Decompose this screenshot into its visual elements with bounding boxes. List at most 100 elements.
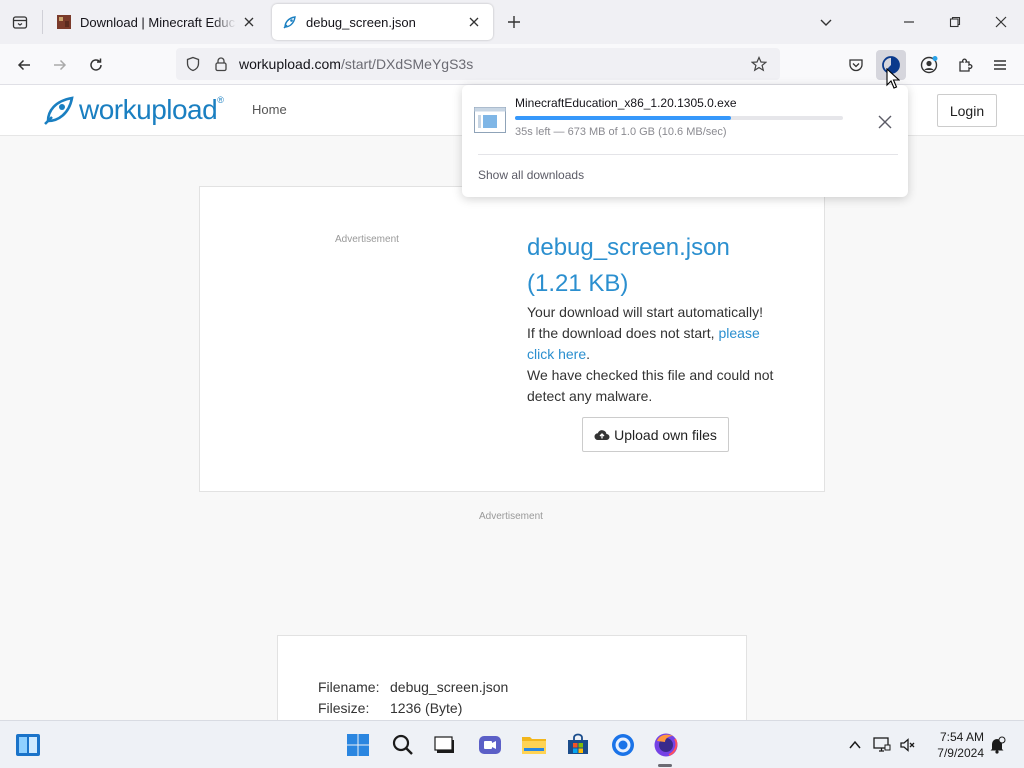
restore-button[interactable]: [941, 8, 969, 36]
tracking-protection-shield-icon[interactable]: [184, 55, 202, 73]
tab-minecraft-download[interactable]: Download | Minecraft Educatio: [46, 4, 268, 40]
windows-start-icon: [347, 734, 369, 756]
tab-strip: Download | Minecraft Educatio debug_scre…: [0, 0, 1024, 44]
arrow-left-icon: [17, 59, 30, 71]
download-card: Advertisement debug_screen.json (1.21 KB…: [199, 186, 825, 492]
hamburger-menu-icon: [994, 60, 1006, 70]
back-button[interactable]: [9, 50, 39, 80]
puzzle-icon: [959, 58, 973, 72]
forward-button[interactable]: [45, 50, 75, 80]
task-view-button[interactable]: [430, 730, 460, 760]
file-heading: debug_screen.json (1.21 KB): [527, 230, 807, 302]
filename-value: debug_screen.json: [390, 679, 509, 695]
url-domain: workupload.com: [239, 56, 341, 72]
login-button[interactable]: Login: [937, 94, 997, 127]
network-monitor-icon: [873, 737, 891, 752]
video-chat-icon: [479, 736, 501, 754]
upload-own-files-button[interactable]: Upload own files: [582, 417, 729, 452]
plus-icon: [508, 16, 520, 28]
tab-overflow-button[interactable]: [812, 8, 840, 36]
lock-icon[interactable]: [212, 55, 230, 73]
meet-chat-button[interactable]: [475, 730, 505, 760]
show-all-downloads-link[interactable]: Show all downloads: [478, 168, 584, 182]
bookmark-star-icon[interactable]: [750, 55, 768, 73]
new-tab-button[interactable]: [502, 10, 526, 34]
filesize-value: 1236 (Byte): [390, 700, 463, 716]
download-progress-fill: [515, 116, 732, 120]
minimize-button[interactable]: [895, 8, 923, 36]
account-icon: [920, 56, 938, 74]
file-explorer-button[interactable]: [519, 730, 549, 760]
exe-file-icon: [474, 107, 506, 133]
advertisement-label: Advertisement: [335, 234, 399, 245]
start-button[interactable]: [343, 730, 373, 760]
widgets-button[interactable]: [13, 730, 43, 760]
file-name: debug_screen.json: [527, 234, 730, 261]
upload-label: Upload own files: [614, 426, 717, 443]
logo-wordmark: workupload: [79, 94, 218, 125]
reload-icon: [90, 58, 102, 71]
tab-list-icon: [12, 16, 28, 29]
close-icon: [878, 115, 892, 129]
rocket-favicon-icon: [282, 14, 298, 30]
firefox-button[interactable]: [651, 730, 681, 760]
system-clock[interactable]: 7:54 AM 7/9/2024: [926, 729, 984, 761]
minecraft-favicon-icon: [56, 14, 72, 30]
clock-time: 7:54 AM: [939, 730, 984, 744]
menu-button[interactable]: [985, 50, 1015, 80]
close-icon: [995, 16, 1007, 28]
firefox-icon: [654, 733, 678, 757]
reload-button[interactable]: [81, 50, 111, 80]
url-path: /start/DXdSMeYgS3s: [340, 56, 474, 72]
close-window-button[interactable]: [987, 8, 1015, 36]
minimize-icon: [904, 21, 914, 23]
search-icon: [392, 734, 413, 755]
task-view-icon: [434, 736, 454, 753]
mouse-cursor-icon: [886, 68, 900, 89]
browser-icon: [612, 734, 634, 756]
download-item[interactable]: MinecraftEducation_x86_1.20.1305.0.exe 3…: [470, 91, 900, 147]
pocket-button[interactable]: [841, 50, 871, 80]
url-text[interactable]: workupload.com/start/DXdSMeYgS3s: [239, 56, 473, 72]
cloud-upload-icon: [594, 429, 610, 440]
speaker-muted-icon: [900, 738, 915, 752]
download-progress-bar: [515, 116, 843, 120]
network-tray-icon[interactable]: [872, 735, 892, 755]
notifications-button[interactable]: [987, 735, 1007, 755]
show-hidden-icons-button[interactable]: [845, 735, 865, 755]
volume-tray-icon[interactable]: [898, 735, 918, 755]
tab-debug-screen[interactable]: debug_screen.json: [272, 4, 493, 40]
list-all-tabs-button[interactable]: [6, 8, 34, 36]
tab-title: Download | Minecraft Educatio: [80, 14, 236, 30]
notification-bell-icon: [990, 736, 1006, 754]
close-tab-icon[interactable]: [240, 13, 258, 31]
arrow-right-icon: [54, 59, 67, 71]
widgets-icon: [16, 734, 40, 756]
malware-check-text: We have checked this file and could not …: [527, 367, 774, 404]
workupload-logo[interactable]: workupload ®: [42, 93, 224, 127]
active-app-indicator: [658, 764, 672, 767]
rocket-logo-icon: [44, 96, 74, 125]
microsoft-store-button[interactable]: [563, 730, 593, 760]
search-button[interactable]: [388, 730, 418, 760]
address-bar[interactable]: workupload.com/start/DXdSMeYgS3s: [176, 48, 780, 80]
cancel-download-button[interactable]: [874, 111, 896, 133]
chrome-button[interactable]: [608, 730, 638, 760]
pocket-icon: [849, 59, 863, 72]
filesize-label: Filesize:: [318, 700, 370, 716]
fallback-text: If the download does not start, please c…: [527, 325, 760, 362]
auto-download-text: Your download will start automatically!: [527, 304, 764, 320]
tab-title: debug_screen.json: [306, 14, 416, 30]
store-bag-icon: [568, 733, 588, 754]
not-start-text: If the download does not start,: [527, 325, 715, 341]
close-tab-icon[interactable]: [465, 13, 483, 31]
extensions-button[interactable]: [950, 50, 980, 80]
registered-mark: ®: [217, 95, 224, 105]
downloads-panel: MinecraftEducation_x86_1.20.1305.0.exe 3…: [462, 85, 908, 197]
nav-home-link[interactable]: Home: [252, 102, 287, 117]
account-button[interactable]: [914, 50, 944, 80]
folder-icon: [522, 737, 546, 754]
filename-row: Filename: debug_screen.json: [318, 679, 508, 695]
file-size: (1.21 KB): [527, 270, 629, 297]
download-filename: MinecraftEducation_x86_1.20.1305.0.exe: [515, 96, 737, 110]
